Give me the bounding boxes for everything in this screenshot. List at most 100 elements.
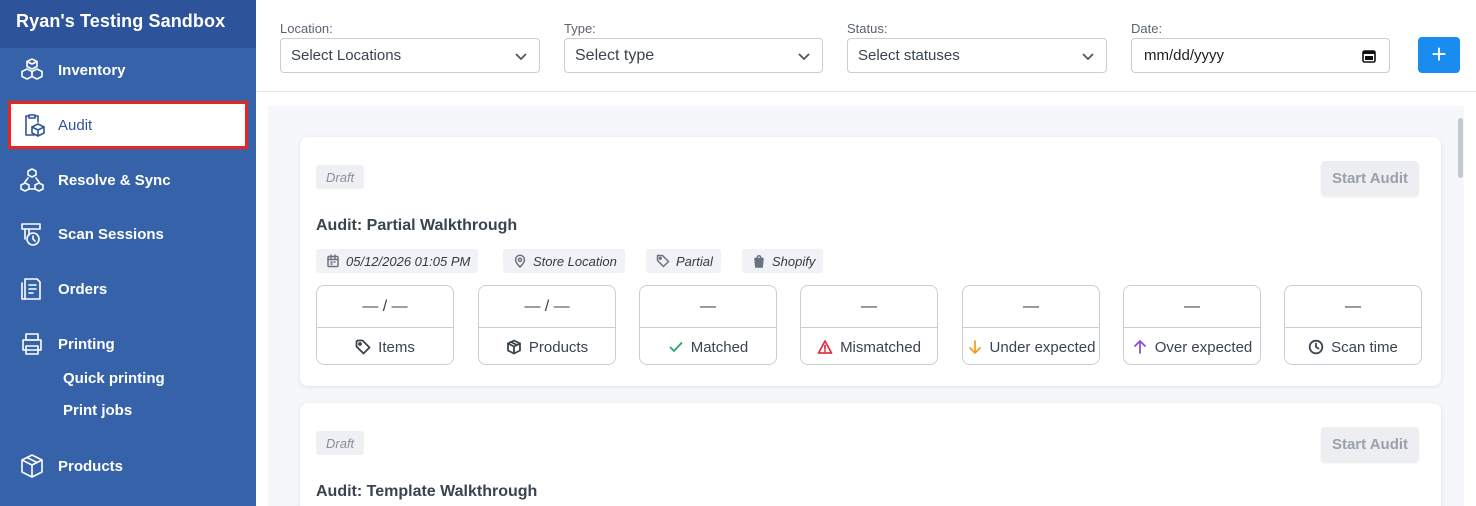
stat-value: — xyxy=(963,286,1099,328)
audit-type: Partial xyxy=(676,253,713,269)
type-select[interactable]: Select type xyxy=(564,38,823,73)
status-badge: Draft xyxy=(316,165,365,189)
sidebar-item-label: Audit xyxy=(58,116,93,134)
sidebar-item-inventory[interactable]: Inventory xyxy=(0,48,256,92)
plus-icon: + xyxy=(1431,39,1447,69)
arrow-up-icon xyxy=(1132,339,1148,355)
calendar-icon xyxy=(326,254,340,268)
status-select-value: Select statuses xyxy=(858,47,960,64)
status-filter-label: Status: xyxy=(847,21,888,36)
calendar-icon[interactable] xyxy=(1361,48,1377,64)
audit-title: Audit: Partial Walkthrough xyxy=(316,217,518,234)
sidebar-item-label: Printing xyxy=(58,335,115,353)
warning-icon xyxy=(817,339,833,355)
start-audit-button[interactable]: Start Audit xyxy=(1321,161,1419,195)
printer-icon xyxy=(18,330,46,358)
product-box-icon xyxy=(18,452,46,480)
stat-label: Scan time xyxy=(1331,338,1398,356)
sidebar-item-label: Resolve & Sync xyxy=(58,171,171,189)
stat-label-row: Scan time xyxy=(1285,328,1421,366)
add-audit-button[interactable]: + xyxy=(1418,37,1460,73)
sidebar-item-label: Products xyxy=(58,457,124,475)
audit-location-chip: Store Location xyxy=(503,249,625,273)
sidebar-item-printing[interactable]: Printing xyxy=(0,322,256,366)
app-title: Ryan's Testing Sandbox xyxy=(16,11,226,31)
stat-mismatched: — Mismatched xyxy=(800,285,938,365)
stat-label-row: Items xyxy=(317,328,453,366)
location-select[interactable]: Select Locations xyxy=(280,38,540,73)
sidebar: Ryan's Testing Sandbox Inventory Audit R… xyxy=(0,0,256,506)
stat-value: — / — xyxy=(479,286,615,328)
orders-icon xyxy=(18,275,46,303)
date-input-value: mm/dd/yyyy xyxy=(1144,47,1225,64)
stat-matched: — Matched xyxy=(639,285,777,365)
location-select-value: Select Locations xyxy=(291,47,402,64)
sidebar-item-label: Scan Sessions xyxy=(58,225,164,243)
sidebar-item-label: Inventory xyxy=(58,61,126,79)
stat-label: Over expected xyxy=(1154,338,1253,356)
audit-location: Store Location xyxy=(533,253,617,269)
stat-value: — xyxy=(1285,286,1421,328)
stat-label-row: Over expected xyxy=(1124,328,1260,366)
sidebar-subitem-quick-printing[interactable]: Quick printing xyxy=(63,370,165,387)
shopify-bag-icon xyxy=(752,254,766,268)
stat-value: — xyxy=(640,286,776,328)
sidebar-item-resolve-sync[interactable]: Resolve & Sync xyxy=(0,158,256,202)
stat-over-expected: — Over expected xyxy=(1123,285,1261,365)
chevron-down-icon xyxy=(1080,48,1096,64)
stat-scan-time: — Scan time xyxy=(1284,285,1422,365)
location-filter-label: Location: xyxy=(280,21,333,36)
stat-value: — xyxy=(1124,286,1260,328)
stat-label-row: Mismatched xyxy=(801,328,937,366)
stat-label: Products xyxy=(528,338,589,356)
boxes-icon xyxy=(18,56,46,84)
sidebar-item-audit[interactable]: Audit xyxy=(8,101,248,149)
sidebar-item-products[interactable]: Products xyxy=(0,444,256,488)
tag-icon xyxy=(355,339,371,355)
arrow-down-icon xyxy=(967,339,983,355)
check-icon xyxy=(668,339,684,355)
chevron-down-icon xyxy=(513,48,529,64)
audit-type-chip: Partial xyxy=(646,249,721,273)
start-audit-button[interactable]: Start Audit xyxy=(1321,427,1419,461)
map-pin-icon xyxy=(513,254,527,268)
stat-label: Mismatched xyxy=(840,338,921,356)
stat-label-row: Under expected xyxy=(963,328,1099,366)
sidebar-item-label: Orders xyxy=(58,280,108,298)
resolve-sync-icon xyxy=(18,166,46,194)
stat-value: — xyxy=(801,286,937,328)
audit-card: Draft Start Audit Audit: Partial Walkthr… xyxy=(300,137,1441,386)
clock-icon xyxy=(1308,339,1324,355)
stat-products: — / — Products xyxy=(478,285,616,365)
sidebar-item-scan-sessions[interactable]: Scan Sessions xyxy=(0,212,256,256)
type-select-value: Select type xyxy=(575,46,655,64)
audit-datetime: 05/12/2026 01:05 PM xyxy=(346,253,471,269)
stat-label: Matched xyxy=(690,338,749,356)
status-select[interactable]: Select statuses xyxy=(847,38,1107,73)
status-badge: Draft xyxy=(316,431,365,455)
stat-label-row: Products xyxy=(479,328,615,366)
sidebar-header: Ryan's Testing Sandbox xyxy=(0,0,256,48)
audit-integration-chip: Shopify xyxy=(742,249,824,273)
audit-clipboard-icon xyxy=(20,111,48,139)
tags-icon xyxy=(656,254,670,268)
audit-card: Draft Start Audit Audit: Template Walkth… xyxy=(300,403,1441,506)
scrollbar-thumb[interactable] xyxy=(1458,118,1463,178)
stat-label-row: Matched xyxy=(640,328,776,366)
stat-label: Under expected xyxy=(989,338,1096,356)
stat-under-expected: — Under expected xyxy=(962,285,1100,365)
chevron-down-icon xyxy=(796,48,812,64)
audit-integration: Shopify xyxy=(772,253,816,269)
audit-date-chip: 05/12/2026 01:05 PM xyxy=(316,249,479,273)
stat-label: Items xyxy=(378,338,415,356)
stat-value: — / — xyxy=(317,286,453,328)
sidebar-subitem-print-jobs[interactable]: Print jobs xyxy=(63,402,132,419)
date-input[interactable]: mm/dd/yyyy xyxy=(1131,38,1390,73)
date-filter-label: Date: xyxy=(1131,21,1163,36)
stat-items: — / — Items xyxy=(316,285,454,365)
cube-icon xyxy=(506,339,522,355)
type-filter-label: Type: xyxy=(564,21,596,36)
audit-title: Audit: Template Walkthrough xyxy=(316,483,538,500)
sidebar-item-orders[interactable]: Orders xyxy=(0,267,256,311)
scan-sessions-icon xyxy=(18,220,46,248)
